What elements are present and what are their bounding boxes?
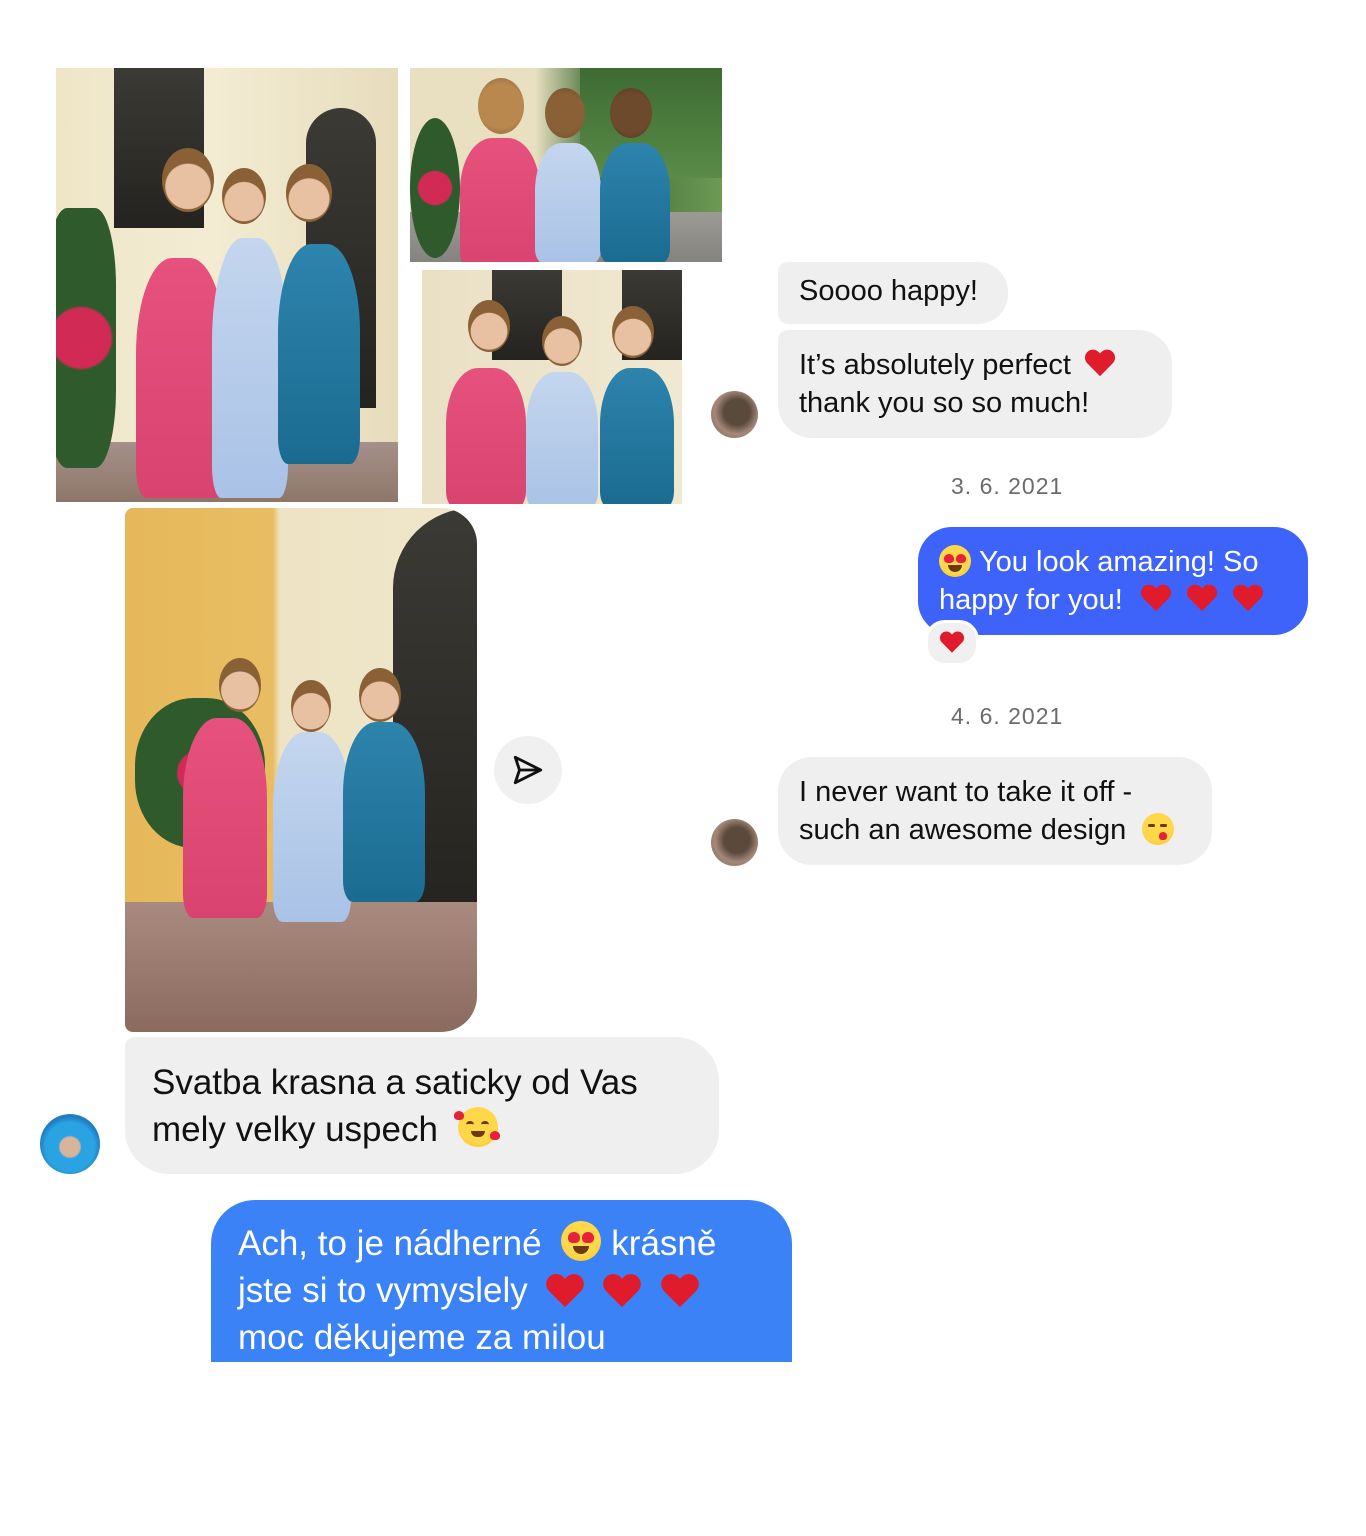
- message-text: mely velky uspech: [152, 1110, 438, 1149]
- message-bubble-incoming[interactable]: It’s absolutely perfect thank you so so …: [778, 330, 1172, 438]
- smiling-face-with-hearts-emoji-icon: [453, 1107, 500, 1147]
- message-timestamp: 3. 6. 2021: [951, 473, 1064, 499]
- red-heart-emoji-icon: [940, 632, 964, 654]
- heart-eyes-emoji-icon: [561, 1221, 602, 1261]
- message-text: happy for you!: [939, 584, 1123, 616]
- message-text: moc děkujeme za milou: [238, 1318, 606, 1357]
- contact-avatar[interactable]: [711, 391, 758, 438]
- photo-bridesmaids-right[interactable]: [422, 270, 682, 504]
- message-text: thank you so so much!: [799, 387, 1090, 419]
- photo-bridesmaids-back[interactable]: [410, 68, 722, 262]
- message-text: It’s absolutely perfect: [799, 349, 1071, 381]
- message-bubble-incoming[interactable]: I never want to take it off - such an aw…: [778, 757, 1212, 865]
- message-reaction[interactable]: [925, 620, 979, 666]
- message-text: krásně: [611, 1224, 717, 1263]
- red-heart-emoji-icon: [1187, 585, 1217, 613]
- contact-avatar[interactable]: [40, 1114, 100, 1174]
- message-timestamp: 4. 6. 2021: [951, 703, 1064, 729]
- contact-avatar[interactable]: [711, 819, 758, 866]
- red-heart-emoji-icon: [1233, 585, 1263, 613]
- red-heart-emoji-icon: [661, 1275, 699, 1310]
- photo-bridesmaids-left[interactable]: [56, 68, 398, 502]
- message-bubble-outgoing[interactable]: Ach, to je nádherné krásně jste si to vy…: [211, 1200, 792, 1362]
- share-button[interactable]: [494, 736, 562, 804]
- message-text: Soooo happy!: [799, 275, 978, 307]
- face-blowing-kiss-emoji-icon: [1142, 813, 1175, 845]
- red-heart-emoji-icon: [604, 1275, 642, 1310]
- message-text: I never want to take it off -: [799, 776, 1133, 808]
- message-bubble-outgoing[interactable]: You look amazing! So happy for you!: [918, 527, 1308, 635]
- paper-plane-icon: [513, 755, 543, 785]
- message-text: Svatba krasna a saticky od Vas: [152, 1063, 638, 1102]
- shared-photo-bridesmaids[interactable]: [125, 508, 477, 1032]
- heart-eyes-emoji-icon: [939, 545, 971, 577]
- message-text: Ach, to je nádherné: [238, 1224, 542, 1263]
- message-bubble-incoming[interactable]: Svatba krasna a saticky od Vas mely velk…: [125, 1037, 719, 1174]
- red-heart-emoji-icon: [1141, 585, 1171, 613]
- message-text: jste si to vymyslely: [238, 1271, 528, 1310]
- red-heart-emoji-icon: [546, 1275, 584, 1310]
- red-heart-emoji-icon: [1085, 350, 1115, 378]
- message-text: such an awesome design: [799, 814, 1127, 846]
- message-bubble-incoming[interactable]: Soooo happy!: [778, 262, 1008, 324]
- message-text: You look amazing! So: [979, 546, 1259, 578]
